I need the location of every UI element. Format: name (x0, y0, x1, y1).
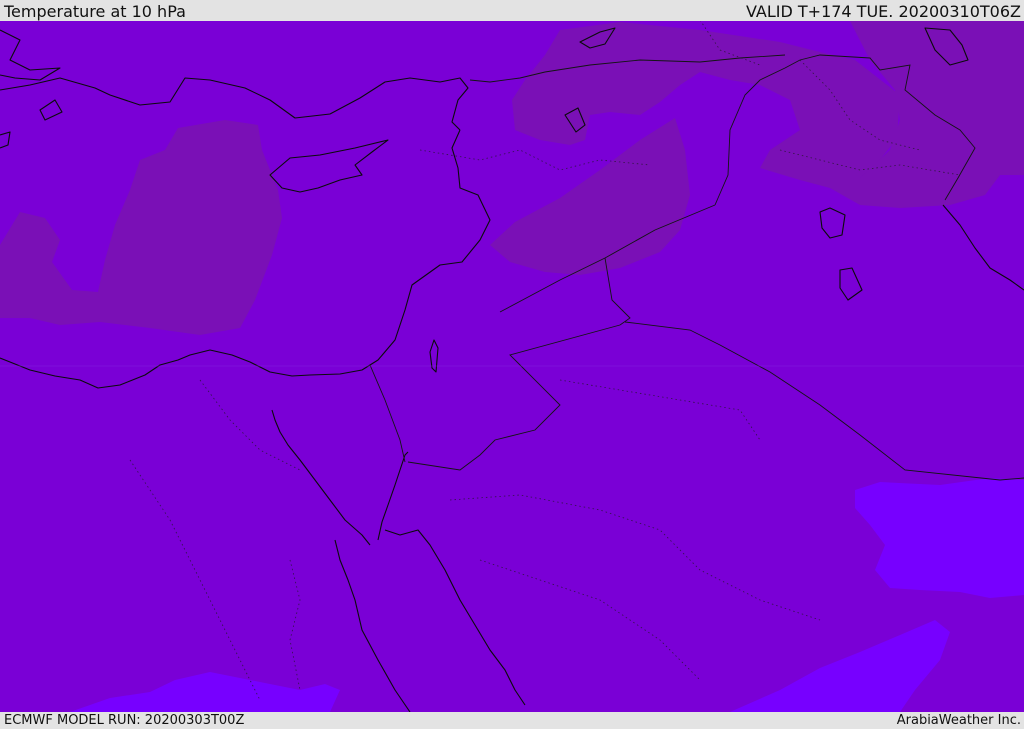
title-bar: Temperature at 10 hPa VALID T+174 TUE. 2… (0, 0, 1024, 21)
credit-label: ArabiaWeather Inc. (896, 713, 1021, 728)
map-title: Temperature at 10 hPa (4, 2, 186, 21)
valid-time: VALID T+174 TUE. 20200310T06Z (745, 2, 1021, 21)
footer-bar: ECMWF MODEL RUN: 20200303T00Z ArabiaWeat… (0, 712, 1024, 729)
weather-map[interactable] (0, 21, 1024, 712)
model-run-label: ECMWF MODEL RUN: 20200303T00Z (4, 713, 245, 728)
